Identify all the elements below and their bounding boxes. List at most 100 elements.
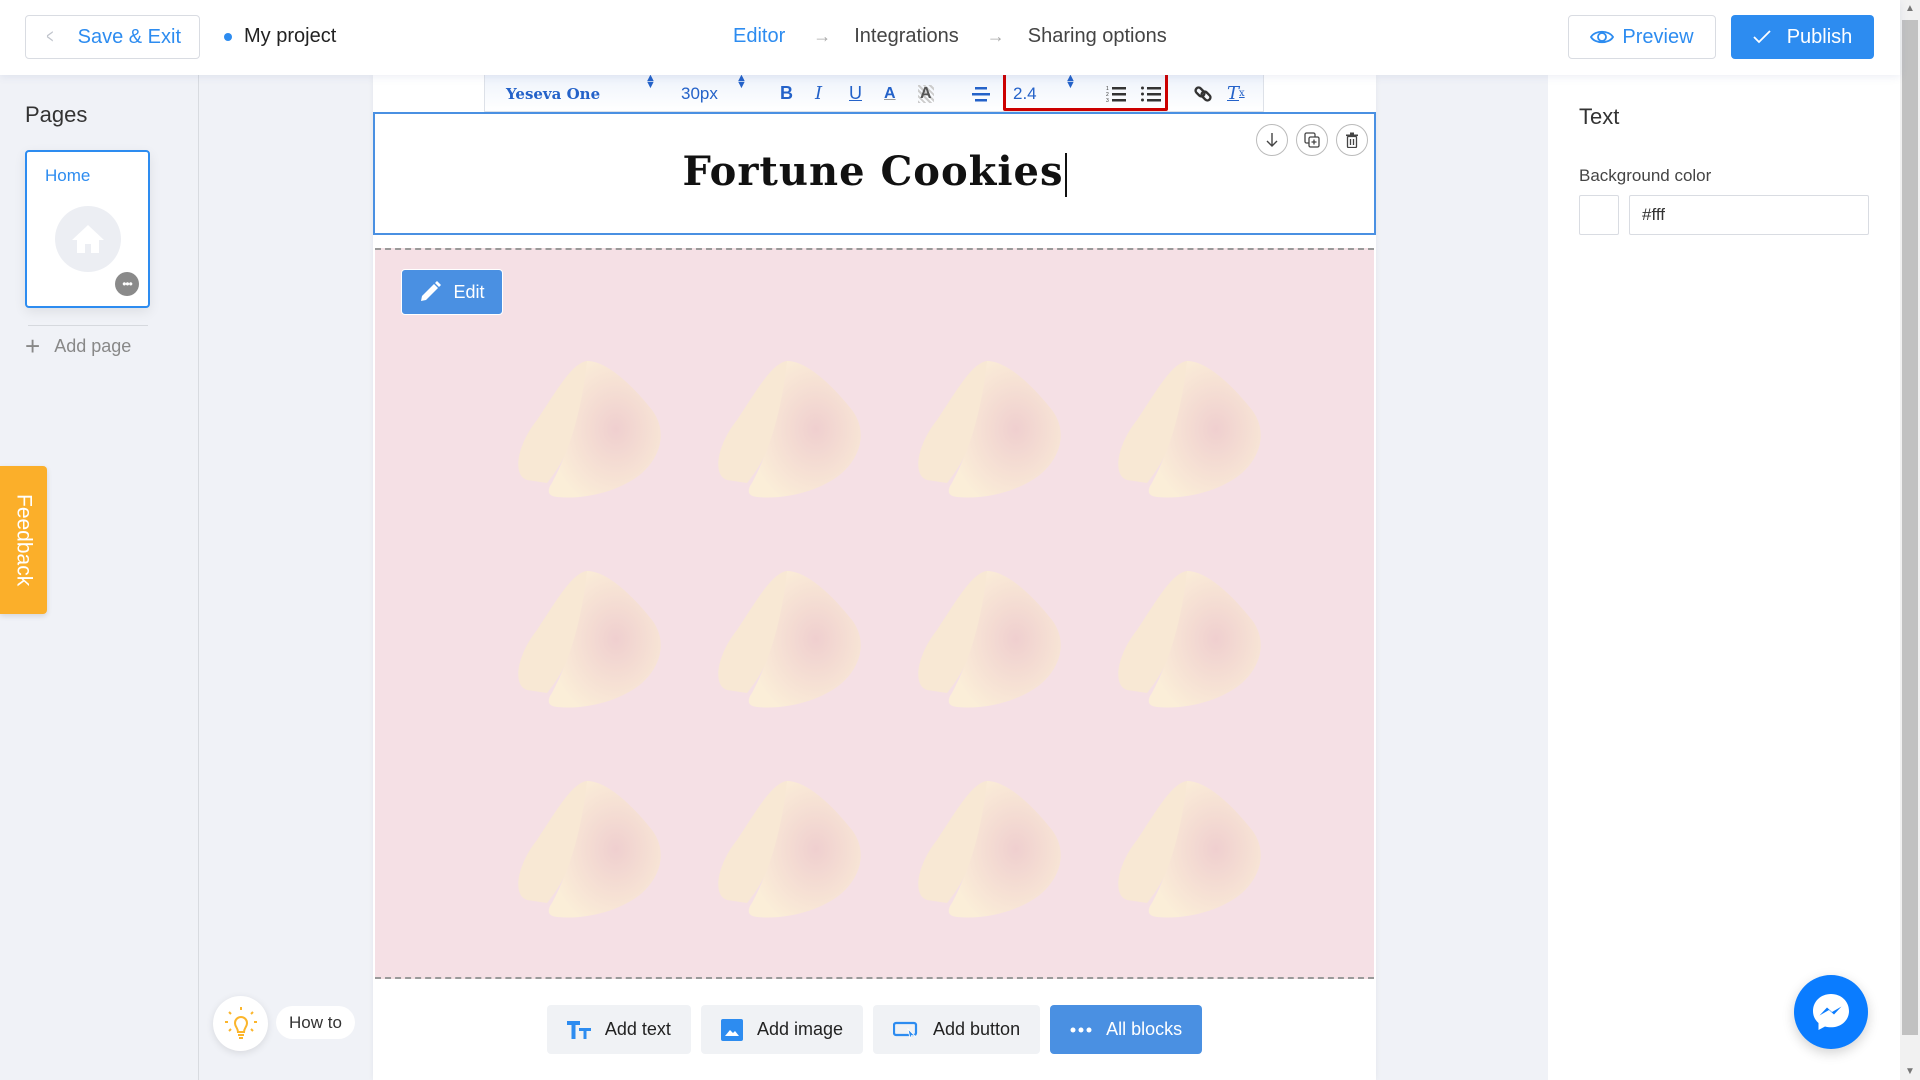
align-center-icon[interactable] (972, 75, 990, 112)
page-options-icon[interactable]: ••• (115, 272, 139, 296)
pages-title: Pages (25, 102, 88, 127)
fortune-cookie-image (687, 535, 887, 745)
ordered-list-icon[interactable]: 123 (1106, 75, 1126, 112)
preview-label: Preview (1622, 25, 1694, 48)
divider (28, 325, 148, 326)
arrow-right-icon: → (813, 26, 832, 46)
block-actions (1256, 124, 1368, 156)
fortune-cookie-image (1087, 745, 1287, 955)
scroll-down-icon[interactable]: ▼ (1900, 1063, 1920, 1080)
italic-icon[interactable]: I (815, 75, 822, 112)
edit-image-button[interactable]: Edit (401, 269, 503, 315)
background-color-input[interactable] (1629, 195, 1869, 235)
text-cursor (1064, 153, 1067, 197)
text-format-toolbar: Yeseva One ▲ ▼ 30px ▲ ▼ B I U A A 2.4 ▲ ▼ 1… (484, 68, 1264, 112)
fortune-cookie-image (887, 535, 1087, 745)
lightbulb-icon[interactable] (213, 996, 268, 1051)
add-image-button[interactable]: Add image (700, 1005, 863, 1054)
all-blocks-button[interactable]: All blocks (1050, 1005, 1203, 1054)
add-button-label: Add button (933, 1019, 1021, 1039)
fortune-cookie-image (1087, 535, 1287, 745)
fortune-cookie-image (1087, 325, 1287, 535)
messenger-chat-button[interactable] (1794, 975, 1868, 1049)
text-icon (566, 1020, 591, 1039)
how-to-label: How to (289, 1012, 342, 1032)
duplicate-icon[interactable] (1296, 124, 1328, 156)
project-name-label: My project (244, 25, 337, 47)
add-image-label: Add image (756, 1019, 843, 1039)
clear-format-icon[interactable]: Tx (1227, 75, 1245, 112)
arrow-right-icon: → (986, 26, 1005, 46)
block-title[interactable]: Fortune Cookies (375, 148, 1374, 197)
edit-label: Edit (453, 281, 485, 302)
scroll-up-icon[interactable]: ▲ (1900, 0, 1920, 17)
underline-icon[interactable]: U (849, 75, 862, 112)
save-exit-button[interactable]: < Save & Exit (25, 15, 200, 59)
more-icon (1070, 1027, 1092, 1032)
step-navigation: Editor → Integrations → Sharing options (733, 25, 1167, 48)
font-family-select[interactable]: Yeseva One (506, 75, 600, 112)
status-dot-icon (224, 32, 232, 41)
line-height-stepper-icon[interactable]: ▲ ▼ (1065, 73, 1076, 112)
highlight-icon[interactable]: A (918, 85, 934, 103)
scrollbar-thumb[interactable] (1902, 20, 1918, 1035)
line-height-value: 2.4 (1013, 83, 1037, 103)
font-family-stepper-icon[interactable]: ▲ ▼ (645, 73, 656, 112)
eye-icon (1590, 30, 1615, 44)
background-color-label: Background color (1579, 166, 1712, 185)
pencil-icon (421, 281, 442, 301)
font-size-select[interactable]: 30px (681, 75, 718, 112)
editor-canvas: Yeseva One ▲ ▼ 30px ▲ ▼ B I U A A 2.4 ▲ ▼ 1… (373, 68, 1376, 1080)
project-name[interactable]: My project (224, 25, 336, 48)
delete-icon[interactable] (1336, 124, 1368, 156)
feedback-tab[interactable]: Feedback (0, 466, 47, 614)
save-exit-label: Save & Exit (77, 25, 182, 48)
add-page-button[interactable]: + Add page (25, 331, 131, 362)
properties-panel: Text Background color (1548, 75, 1900, 1080)
title-text: Fortune Cookies (682, 148, 1064, 195)
add-text-label: Add text (604, 1019, 671, 1039)
line-height-select[interactable]: 2.4 (1013, 75, 1037, 112)
button-icon (893, 1021, 918, 1039)
publish-label: Publish (1786, 25, 1853, 48)
preview-button[interactable]: Preview (1568, 15, 1716, 59)
fortune-cookie-image (687, 325, 887, 535)
svg-text:3: 3 (1106, 98, 1109, 103)
unordered-list-icon[interactable] (1141, 75, 1161, 112)
how-to-button[interactable]: How to (276, 1006, 355, 1039)
chevron-left-icon: < (46, 25, 54, 48)
add-text-button[interactable]: Add text (546, 1005, 691, 1054)
step-sharing-options[interactable]: Sharing options (1028, 25, 1167, 48)
publish-button[interactable]: Publish (1731, 15, 1874, 59)
add-button-button[interactable]: Add button (873, 1005, 1041, 1054)
image-block[interactable]: Edit (375, 248, 1374, 979)
fortune-cookie-image (887, 745, 1087, 955)
fortune-cookie-image (687, 745, 887, 955)
font-family-value: Yeseva One (506, 84, 601, 103)
font-size-stepper-icon[interactable]: ▲ ▼ (736, 73, 747, 112)
step-integrations[interactable]: Integrations (854, 25, 959, 48)
messenger-icon (1813, 994, 1849, 1030)
link-icon[interactable] (1193, 75, 1213, 112)
plus-icon: + (25, 331, 41, 361)
feedback-label: Feedback (12, 493, 36, 587)
home-icon (55, 206, 121, 272)
background-color-swatch[interactable] (1579, 195, 1619, 235)
cookie-pattern (487, 325, 1287, 955)
fortune-cookie-image (487, 325, 687, 535)
move-down-icon[interactable] (1256, 124, 1288, 156)
add-block-bar: Add text Add image Add button All blocks (373, 1005, 1376, 1054)
fortune-cookie-image (887, 325, 1087, 535)
image-icon (720, 1018, 743, 1041)
all-blocks-label: All blocks (1106, 1019, 1183, 1039)
check-icon (1753, 30, 1771, 44)
page-card-home[interactable]: Home ••• (25, 150, 150, 308)
page-scrollbar[interactable]: ▲ ▼ (1900, 0, 1920, 1080)
text-block[interactable]: Fortune Cookies (373, 112, 1376, 235)
step-editor[interactable]: Editor (733, 25, 785, 48)
page-name: Home (45, 166, 91, 185)
top-header: < Save & Exit My project Editor → Integr… (0, 0, 1900, 75)
bold-icon[interactable]: B (780, 75, 793, 112)
text-color-icon[interactable]: A (884, 75, 896, 112)
fortune-cookie-image (487, 745, 687, 955)
